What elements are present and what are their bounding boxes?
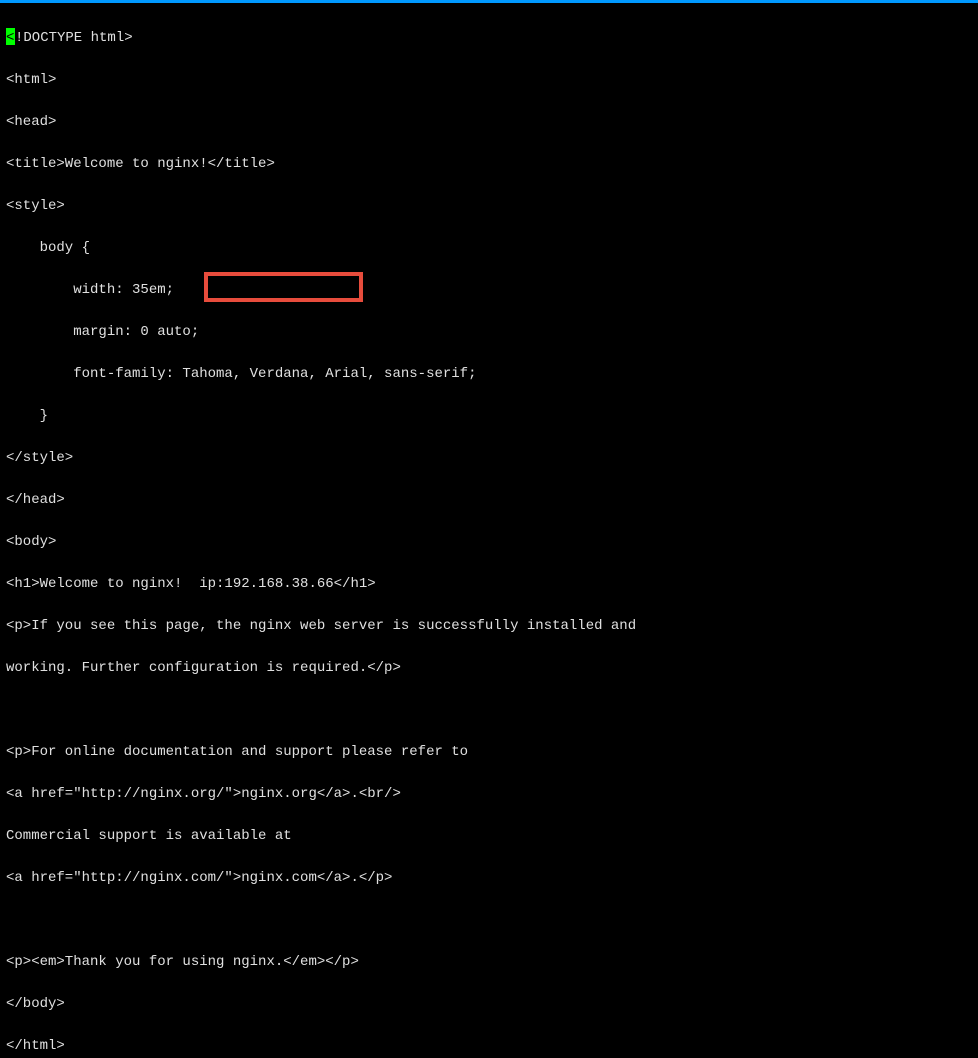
code-line: font-family: Tahoma, Verdana, Arial, san… bbox=[6, 364, 972, 385]
code-line: width: 35em; bbox=[6, 280, 972, 301]
code-line: <p>If you see this page, the nginx web s… bbox=[6, 616, 972, 637]
code-line: <!DOCTYPE html> bbox=[6, 28, 972, 49]
code-line: <body> bbox=[6, 532, 972, 553]
cursor: < bbox=[6, 28, 15, 45]
code-line: <p>For online documentation and support … bbox=[6, 742, 972, 763]
code-line bbox=[6, 700, 972, 721]
code-line: <a href="http://nginx.com/">nginx.com</a… bbox=[6, 868, 972, 889]
code-line: </head> bbox=[6, 490, 972, 511]
code-line: working. Further configuration is requir… bbox=[6, 658, 972, 679]
code-line: Commercial support is available at bbox=[6, 826, 972, 847]
code-line: <head> bbox=[6, 112, 972, 133]
code-line: <html> bbox=[6, 70, 972, 91]
code-text: !DOCTYPE html> bbox=[15, 30, 133, 46]
code-line: </body> bbox=[6, 994, 972, 1015]
code-line: <title>Welcome to nginx!</title> bbox=[6, 154, 972, 175]
code-line: <p><em>Thank you for using nginx.</em></… bbox=[6, 952, 972, 973]
code-line: margin: 0 auto; bbox=[6, 322, 972, 343]
code-line: </style> bbox=[6, 448, 972, 469]
code-line: } bbox=[6, 406, 972, 427]
code-line: body { bbox=[6, 238, 972, 259]
terminal-editor[interactable]: <!DOCTYPE html> <html> <head> <title>Wel… bbox=[0, 3, 978, 1058]
code-line: </html> bbox=[6, 1036, 972, 1057]
code-line: <h1>Welcome to nginx! ip:192.168.38.66</… bbox=[6, 574, 972, 595]
code-line: <a href="http://nginx.org/">nginx.org</a… bbox=[6, 784, 972, 805]
code-line bbox=[6, 910, 972, 931]
code-line: <style> bbox=[6, 196, 972, 217]
